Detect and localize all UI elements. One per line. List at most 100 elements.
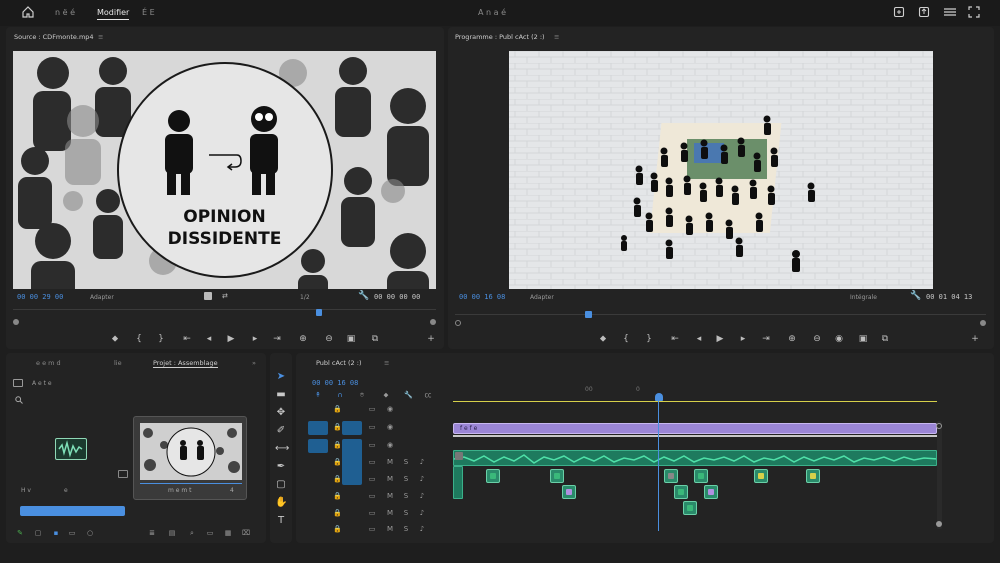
icon-view-icon[interactable]: ▭ [68,529,76,537]
sfx-clip-9[interactable] [704,485,718,499]
lock-a4-icon[interactable]: 🔒 [333,509,342,517]
solo-4-icon[interactable]: S [402,458,410,466]
program-compare-icon[interactable]: ⧉ [880,334,890,344]
lock-a1-icon[interactable]: 🔒 [333,458,342,466]
new-item-icon[interactable]: ▦ [224,529,232,537]
mic-6-icon[interactable]: ♪ [418,492,426,500]
sfx-clip-2[interactable] [550,469,564,483]
timeline-playhead-handle[interactable] [655,393,663,401]
source-swap-icon[interactable]: ⇄ [222,292,232,300]
sfx-clip-7[interactable] [562,485,576,499]
hand-icon[interactable]: ✋ [275,497,287,509]
program-zoom-left[interactable] [455,320,461,326]
program-fit-select[interactable]: Adapter [530,294,554,301]
sync-lock-4-icon[interactable]: ▭ [368,458,376,466]
razor-icon[interactable]: ✐ [275,425,287,437]
program-step-forward-icon[interactable]: ▸ [738,334,748,344]
audio-clip-main[interactable] [453,450,937,466]
source-monitor-tab[interactable]: Source : CDFmonte.mp4 [14,33,94,41]
program-goto-in-button[interactable]: ⇤ [670,334,680,344]
mute-7-icon[interactable]: M [386,509,394,517]
timeline-settings-icon[interactable]: 🔧 [404,391,413,399]
source-step-back-icon[interactable]: ◂ [204,334,214,344]
workspace-tab-3[interactable]: É E [142,8,155,17]
source-in-button[interactable]: { [134,334,144,344]
source-step-forward-icon[interactable]: ▸ [250,334,260,344]
project-folder-icon[interactable] [13,379,23,387]
source-patch-v1[interactable] [308,421,328,435]
source-goto-out-button[interactable]: ⇥ [272,334,282,344]
mute-4-icon[interactable]: M [386,458,394,466]
clip-thumbnail[interactable]: m e m t 4 [133,416,247,500]
source-timecode[interactable]: 00 00 29 00 [17,293,63,301]
project-tab-1[interactable]: e e m d [36,359,61,367]
sync-lock-1-icon[interactable]: ▭ [368,405,376,413]
sfx-clip-4[interactable] [694,469,708,483]
source-out-button[interactable]: } [156,334,166,344]
sort-icon[interactable]: ≣ [148,529,156,537]
work-area-bar[interactable] [453,401,937,402]
rect-icon[interactable]: ▢ [275,479,287,491]
source-play-icon[interactable]: ▶ [226,334,236,344]
sync-lock-3-icon[interactable]: ▭ [368,441,376,449]
program-scrubber[interactable] [455,314,986,315]
search-icon[interactable] [15,396,23,404]
mic-7-icon[interactable]: ♪ [418,509,426,517]
timeline-timecode[interactable]: 00 00 16 08 [312,379,358,387]
sync-lock-8-icon[interactable]: ▭ [368,525,376,533]
source-wrench-icon[interactable]: 🔧 [358,291,369,301]
source-overwrite-icon[interactable]: ⊖ [324,334,334,344]
solo-8-icon[interactable]: S [402,525,410,533]
source-goto-in-button[interactable]: ⇤ [182,334,192,344]
lock-v2-icon[interactable]: 🔒 [333,423,342,431]
track-target-a1[interactable] [342,439,362,485]
automate-icon[interactable]: ▤ [168,529,176,537]
mute-8-icon[interactable]: M [386,525,394,533]
source-marker-icon[interactable] [204,292,212,300]
workspace-tab-1[interactable]: n ë é [55,8,75,17]
project-tab-more[interactable]: » [252,359,256,367]
share-icon[interactable] [918,6,930,18]
linked-icon[interactable]: ⌾ [358,391,366,399]
mic-5-icon[interactable]: ♪ [418,475,426,483]
program-add-icon[interactable]: + [970,334,980,344]
source-scrubber[interactable] [13,309,436,310]
sync-lock-7-icon[interactable]: ▭ [368,509,376,517]
add-marker-icon[interactable]: ⬥ [382,391,390,399]
captions-icon[interactable]: ㏄ [424,391,432,399]
bell-icon[interactable] [893,6,905,18]
timeline-playhead-line[interactable] [658,399,659,531]
sfx-clip-8[interactable] [674,485,688,499]
find-icon[interactable]: ⌕ [188,529,196,537]
program-export-icon[interactable]: ▣ [858,334,868,344]
solo-7-icon[interactable]: S [402,509,410,517]
program-step-back-icon[interactable]: ◂ [694,334,704,344]
sfx-clip-6[interactable] [806,469,820,483]
workspace-tab-edit[interactable]: Modifier [97,8,130,20]
program-camera-icon[interactable]: ◉ [834,334,844,344]
timeline-scroll-knob-bottom[interactable] [936,521,942,527]
snap-icon[interactable]: ∩ [336,391,344,399]
mic-4-icon[interactable]: ♪ [418,458,426,466]
program-lift-icon[interactable]: ⊕ [787,334,797,344]
program-timecode[interactable]: 00 00 16 08 [459,293,505,301]
mic-8-icon[interactable]: ♪ [418,525,426,533]
audio-file-item[interactable] [55,438,87,460]
timeline-tab-menu[interactable]: ≡ [384,359,389,367]
sfx-clip-3[interactable] [664,469,678,483]
type-icon[interactable]: T [275,515,287,527]
eye-3-icon[interactable]: ◉ [386,441,394,449]
timeline-vertical-scrollbar[interactable] [937,421,942,529]
lock-a2-icon[interactable]: 🔒 [333,475,342,483]
solo-5-icon[interactable]: S [402,475,410,483]
audio-clip-short[interactable] [453,466,463,499]
list-view-icon[interactable]: ▪ [52,529,60,537]
source-marker-button[interactable]: ⬥ [110,334,120,344]
pen-icon[interactable]: ✒ [275,461,287,473]
project-tab-2[interactable]: lie [114,359,122,367]
ripple-icon[interactable]: ✥ [275,407,287,419]
fullscreen-icon[interactable] [968,6,980,18]
source-zoom-right[interactable] [430,319,436,325]
program-goto-out-button[interactable]: ⇥ [761,334,771,344]
program-quality-select[interactable]: Intégrale [850,294,877,301]
